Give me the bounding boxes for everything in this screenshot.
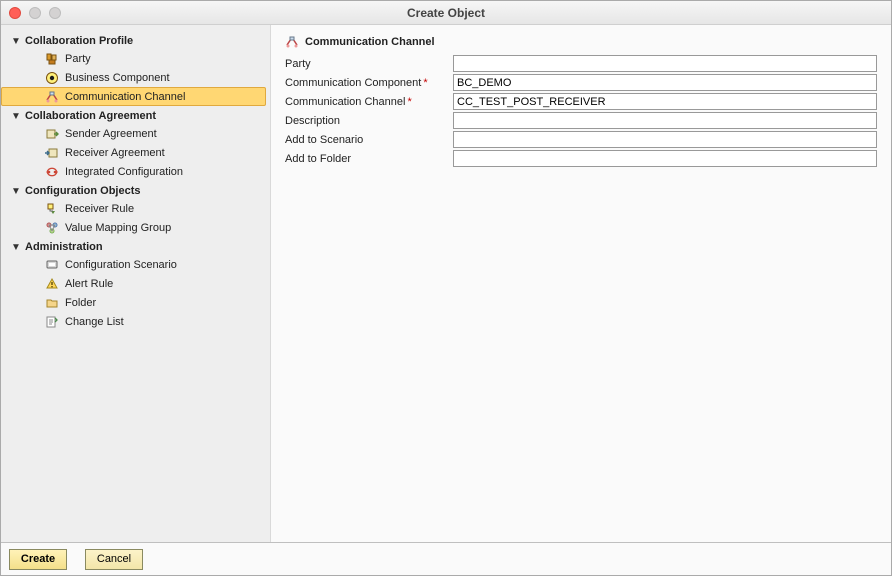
tree-group-collaboration-profile: ▼ Collaboration Profile Party Business C…: [1, 33, 270, 106]
sidebar-item-label: Configuration Scenario: [65, 259, 177, 271]
sidebar-item-label: Sender Agreement: [65, 128, 157, 140]
sidebar-item-label: Communication Channel: [65, 91, 185, 103]
form-label: Communication Channel*: [285, 96, 453, 108]
window-title: Create Object: [1, 6, 891, 20]
folder-icon: [45, 296, 59, 310]
titlebar: Create Object: [1, 1, 891, 25]
add-to-scenario-input[interactable]: [453, 131, 877, 148]
change-list-icon: [45, 315, 59, 329]
form-row-component: Communication Component*: [285, 73, 877, 92]
sidebar-item-label: Integrated Configuration: [65, 166, 183, 178]
sidebar-item-folder[interactable]: Folder: [1, 293, 270, 312]
sidebar-item-label: Change List: [65, 316, 124, 328]
form-label: Add to Folder: [285, 153, 453, 165]
chevron-down-icon: ▼: [11, 186, 21, 197]
tree-group-administration: ▼ Administration Configuration Scenario …: [1, 239, 270, 331]
business-component-icon: [45, 71, 59, 85]
window-controls: [9, 7, 61, 19]
configuration-scenario-icon: [45, 258, 59, 272]
cancel-button[interactable]: Cancel: [85, 549, 143, 570]
tree-header-label: Configuration Objects: [25, 185, 141, 197]
close-icon[interactable]: [9, 7, 21, 19]
value-mapping-group-icon: [45, 221, 59, 235]
tree-header-label: Collaboration Profile: [25, 35, 133, 47]
communication-channel-input[interactable]: [453, 93, 877, 110]
form-row-description: Description: [285, 111, 877, 130]
tree-group-collaboration-agreement: ▼ Collaboration Agreement Sender Agreeme…: [1, 108, 270, 181]
form-row-channel: Communication Channel*: [285, 92, 877, 111]
party-input[interactable]: [453, 55, 877, 72]
receiver-agreement-icon: [45, 146, 59, 160]
required-indicator: *: [423, 77, 427, 89]
sidebar-item-change-list[interactable]: Change List: [1, 312, 270, 331]
footer: Create Cancel: [1, 542, 891, 575]
sidebar-item-label: Party: [65, 53, 91, 65]
party-icon: [45, 52, 59, 66]
add-to-folder-input[interactable]: [453, 150, 877, 167]
form-label: Description: [285, 115, 453, 127]
content: ▼ Collaboration Profile Party Business C…: [1, 25, 891, 542]
receiver-rule-icon: [45, 202, 59, 216]
sidebar-item-label: Receiver Rule: [65, 203, 134, 215]
form-label: Communication Component*: [285, 77, 453, 89]
form-row-folder: Add to Folder: [285, 149, 877, 168]
tree-header[interactable]: ▼ Configuration Objects: [1, 183, 270, 199]
communication-component-input[interactable]: [453, 74, 877, 91]
form-area: Communication Channel Party Communicatio…: [271, 25, 891, 542]
sidebar-item-integrated-configuration[interactable]: Integrated Configuration: [1, 162, 270, 181]
tree-header[interactable]: ▼ Collaboration Agreement: [1, 108, 270, 124]
sidebar-item-party[interactable]: Party: [1, 49, 270, 68]
communication-channel-icon: [285, 35, 299, 49]
tree-group-configuration-objects: ▼ Configuration Objects Receiver Rule Va…: [1, 183, 270, 237]
sidebar-item-label: Receiver Agreement: [65, 147, 165, 159]
sidebar-item-communication-channel[interactable]: Communication Channel: [1, 87, 266, 106]
sidebar-item-label: Value Mapping Group: [65, 222, 171, 234]
create-button[interactable]: Create: [9, 549, 67, 570]
form-header: Communication Channel: [285, 35, 877, 49]
maximize-icon[interactable]: [49, 7, 61, 19]
tree-header[interactable]: ▼ Administration: [1, 239, 270, 255]
sender-agreement-icon: [45, 127, 59, 141]
required-indicator: *: [407, 96, 411, 108]
form-label: Add to Scenario: [285, 134, 453, 146]
sidebar: ▼ Collaboration Profile Party Business C…: [1, 25, 271, 542]
chevron-down-icon: ▼: [11, 36, 21, 47]
communication-channel-icon: [45, 90, 59, 104]
tree-header-label: Administration: [25, 241, 103, 253]
sidebar-item-alert-rule[interactable]: Alert Rule: [1, 274, 270, 293]
minimize-icon[interactable]: [29, 7, 41, 19]
alert-rule-icon: [45, 277, 59, 291]
form-row-scenario: Add to Scenario: [285, 130, 877, 149]
sidebar-item-configuration-scenario[interactable]: Configuration Scenario: [1, 255, 270, 274]
description-input[interactable]: [453, 112, 877, 129]
sidebar-item-receiver-agreement[interactable]: Receiver Agreement: [1, 143, 270, 162]
sidebar-item-value-mapping-group[interactable]: Value Mapping Group: [1, 218, 270, 237]
chevron-down-icon: ▼: [11, 111, 21, 122]
sidebar-item-sender-agreement[interactable]: Sender Agreement: [1, 124, 270, 143]
integrated-configuration-icon: [45, 165, 59, 179]
tree-header-label: Collaboration Agreement: [25, 110, 156, 122]
sidebar-item-business-component[interactable]: Business Component: [1, 68, 270, 87]
sidebar-item-label: Business Component: [65, 72, 170, 84]
sidebar-item-label: Folder: [65, 297, 96, 309]
sidebar-item-receiver-rule[interactable]: Receiver Rule: [1, 199, 270, 218]
form-title: Communication Channel: [305, 36, 435, 48]
chevron-down-icon: ▼: [11, 242, 21, 253]
form-label: Party: [285, 58, 453, 70]
sidebar-item-label: Alert Rule: [65, 278, 113, 290]
tree-header[interactable]: ▼ Collaboration Profile: [1, 33, 270, 49]
form-row-party: Party: [285, 54, 877, 73]
